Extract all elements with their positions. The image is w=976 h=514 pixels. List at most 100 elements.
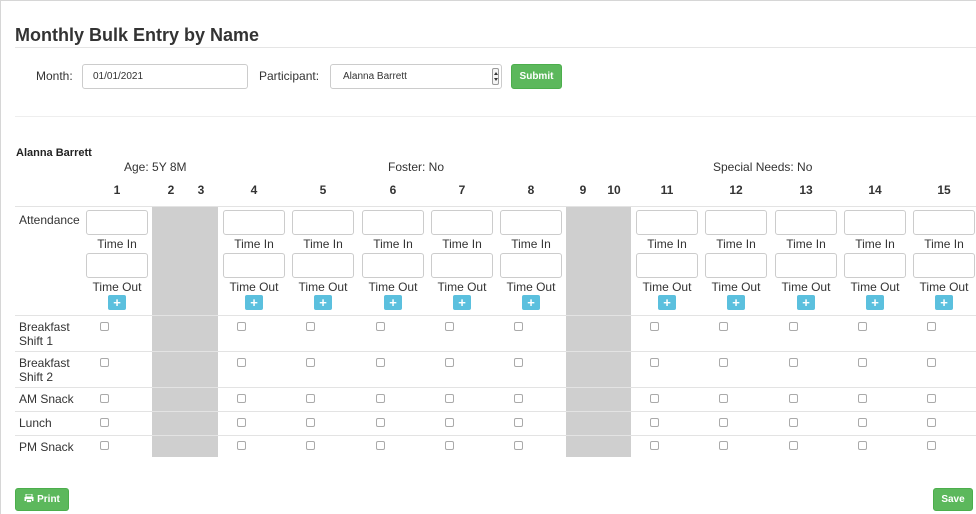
time-in-input-day-6[interactable] [362,210,424,235]
add-time-button-day-5[interactable]: + [314,295,332,310]
time-in-input-day-12[interactable] [705,210,767,235]
meal-checkbox-row-3-day-5[interactable] [306,394,315,403]
meal-checkbox-row-4-day-14[interactable] [858,418,867,427]
meal-checkbox-row-4-day-13[interactable] [789,418,798,427]
time-out-input-day-7[interactable] [431,253,493,278]
time-in-input-day-15[interactable] [913,210,975,235]
time-out-input-day-11[interactable] [636,253,698,278]
day-header-6: 6 [389,183,397,197]
meal-checkbox-row-5-day-15[interactable] [927,441,936,450]
time-out-input-day-5[interactable] [292,253,354,278]
time-in-input-day-8[interactable] [500,210,562,235]
meal-checkbox-row-1-day-11[interactable] [650,322,659,331]
add-time-button-day-8[interactable]: + [522,295,540,310]
meal-checkbox-row-5-day-12[interactable] [719,441,728,450]
add-time-button-day-4[interactable]: + [245,295,263,310]
meal-checkbox-row-3-day-15[interactable] [927,394,936,403]
meal-checkbox-row-4-day-4[interactable] [237,418,246,427]
time-out-input-day-14[interactable] [844,253,906,278]
meal-checkbox-row-2-day-12[interactable] [719,358,728,367]
add-time-button-day-6[interactable]: + [384,295,402,310]
meal-checkbox-row-1-day-5[interactable] [306,322,315,331]
time-out-input-day-12[interactable] [705,253,767,278]
meal-checkbox-row-2-day-5[interactable] [306,358,315,367]
meal-checkbox-row-3-day-6[interactable] [376,394,385,403]
meal-checkbox-row-5-day-7[interactable] [445,441,454,450]
add-time-button-day-1[interactable]: + [108,295,126,310]
time-out-label: Time Out [850,280,900,294]
meal-checkbox-row-5-day-6[interactable] [376,441,385,450]
meal-checkbox-row-4-day-11[interactable] [650,418,659,427]
meal-checkbox-row-1-day-7[interactable] [445,322,454,331]
meal-checkbox-row-5-day-14[interactable] [858,441,867,450]
add-time-button-day-12[interactable]: + [727,295,745,310]
meal-checkbox-row-2-day-15[interactable] [927,358,936,367]
row-divider [15,351,976,352]
meal-checkbox-row-3-day-8[interactable] [514,394,523,403]
meal-checkbox-row-3-day-11[interactable] [650,394,659,403]
meal-checkbox-row-5-day-11[interactable] [650,441,659,450]
time-out-label: Time Out [919,280,969,294]
add-time-button-day-13[interactable]: + [797,295,815,310]
meal-checkbox-row-2-day-14[interactable] [858,358,867,367]
participant-select[interactable]: Alanna Barrett [330,64,502,89]
meal-checkbox-row-3-day-4[interactable] [237,394,246,403]
time-out-input-day-6[interactable] [362,253,424,278]
add-time-button-day-7[interactable]: + [453,295,471,310]
meal-checkbox-row-1-day-14[interactable] [858,322,867,331]
add-time-button-day-14[interactable]: + [866,295,884,310]
time-out-input-day-13[interactable] [775,253,837,278]
meal-checkbox-row-4-day-5[interactable] [306,418,315,427]
meal-checkbox-row-4-day-15[interactable] [927,418,936,427]
meal-checkbox-row-1-day-12[interactable] [719,322,728,331]
meal-checkbox-row-2-day-6[interactable] [376,358,385,367]
time-in-input-day-7[interactable] [431,210,493,235]
meal-checkbox-row-5-day-13[interactable] [789,441,798,450]
meal-checkbox-row-3-day-12[interactable] [719,394,728,403]
save-button[interactable]: Save [933,488,973,511]
meal-checkbox-row-1-day-13[interactable] [789,322,798,331]
meal-checkbox-row-2-day-1[interactable] [100,358,109,367]
time-in-input-day-5[interactable] [292,210,354,235]
month-input[interactable]: 01/01/2021 [82,64,248,89]
time-in-input-day-1[interactable] [86,210,148,235]
add-time-button-day-11[interactable]: + [658,295,676,310]
meal-checkbox-row-4-day-6[interactable] [376,418,385,427]
time-out-input-day-1[interactable] [86,253,148,278]
add-time-button-day-15[interactable]: + [935,295,953,310]
time-in-input-day-14[interactable] [844,210,906,235]
meal-checkbox-row-1-day-1[interactable] [100,322,109,331]
meal-checkbox-row-3-day-14[interactable] [858,394,867,403]
participant-special-needs: Special Needs: No [713,160,813,174]
meal-checkbox-row-5-day-1[interactable] [100,441,109,450]
meal-checkbox-row-2-day-8[interactable] [514,358,523,367]
meal-checkbox-row-4-day-8[interactable] [514,418,523,427]
time-out-input-day-15[interactable] [913,253,975,278]
meal-checkbox-row-2-day-4[interactable] [237,358,246,367]
meal-checkbox-row-3-day-7[interactable] [445,394,454,403]
meal-checkbox-row-2-day-11[interactable] [650,358,659,367]
meal-checkbox-row-4-day-12[interactable] [719,418,728,427]
meal-checkbox-row-1-day-6[interactable] [376,322,385,331]
meal-checkbox-row-3-day-1[interactable] [100,394,109,403]
submit-button[interactable]: Submit [511,64,562,89]
time-out-input-day-4[interactable] [223,253,285,278]
meal-checkbox-row-5-day-4[interactable] [237,441,246,450]
meal-checkbox-row-2-day-13[interactable] [789,358,798,367]
day-header-1: 1 [113,183,121,197]
meal-checkbox-row-5-day-8[interactable] [514,441,523,450]
meal-checkbox-row-3-day-13[interactable] [789,394,798,403]
meal-checkbox-row-4-day-1[interactable] [100,418,109,427]
meal-checkbox-row-1-day-8[interactable] [514,322,523,331]
meal-checkbox-row-1-day-4[interactable] [237,322,246,331]
time-out-input-day-8[interactable] [500,253,562,278]
meal-checkbox-row-1-day-15[interactable] [927,322,936,331]
meal-checkbox-row-5-day-5[interactable] [306,441,315,450]
time-in-input-day-13[interactable] [775,210,837,235]
time-in-input-day-4[interactable] [223,210,285,235]
meal-checkbox-row-2-day-7[interactable] [445,358,454,367]
meal-checkbox-row-4-day-7[interactable] [445,418,454,427]
time-in-input-day-11[interactable] [636,210,698,235]
print-button[interactable]: Print [15,488,69,511]
time-in-label: Time In [97,237,137,251]
